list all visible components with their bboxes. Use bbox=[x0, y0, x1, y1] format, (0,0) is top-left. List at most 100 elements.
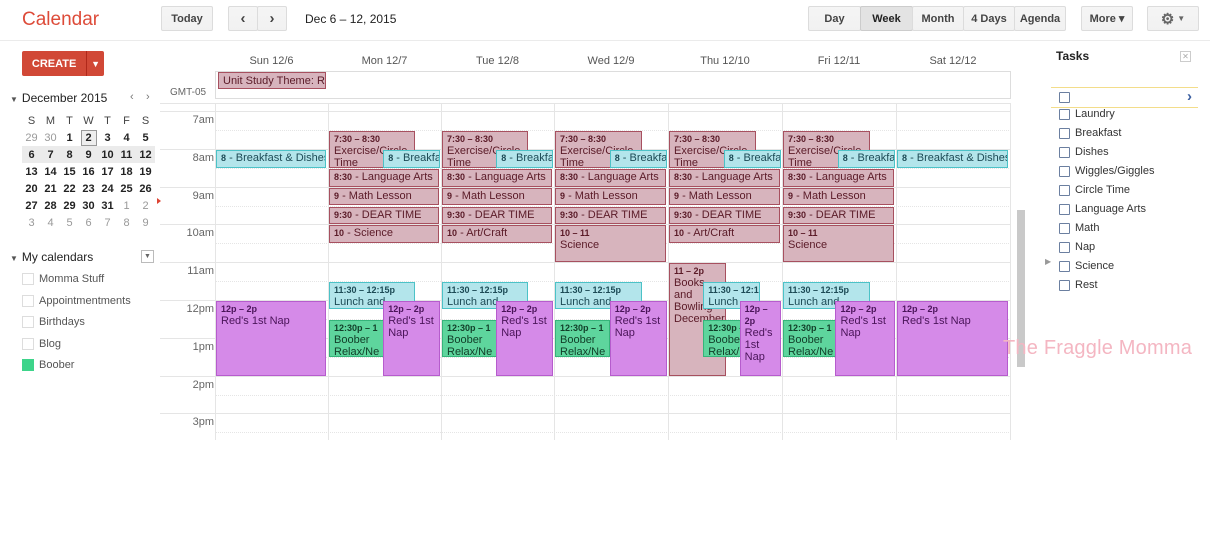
event[interactable]: 9:30 - DEAR TIME bbox=[669, 206, 780, 225]
mini-day[interactable]: 7 bbox=[41, 146, 60, 163]
mini-day[interactable]: 27 bbox=[22, 197, 41, 214]
mini-day[interactable]: 24 bbox=[98, 180, 117, 197]
mini-day[interactable]: 10 bbox=[98, 146, 117, 163]
day-header[interactable]: Sun 12/6 bbox=[215, 55, 328, 67]
create-label[interactable]: CREATE bbox=[22, 51, 86, 76]
mini-day[interactable]: 14 bbox=[41, 163, 60, 180]
mini-day[interactable]: 6 bbox=[79, 214, 98, 231]
event[interactable]: 12p – 2p Red's 1st Nap bbox=[835, 301, 895, 376]
settings-button[interactable]: ⚙ ▼ bbox=[1147, 6, 1199, 31]
mini-day-today[interactable]: 2 bbox=[79, 129, 98, 146]
chevron-right-icon[interactable]: › bbox=[1187, 88, 1192, 105]
mini-day[interactable]: 21 bbox=[41, 180, 60, 197]
task-label[interactable]: Science bbox=[1075, 260, 1114, 272]
task-item[interactable]: Laundry bbox=[1059, 108, 1115, 120]
day-header[interactable]: Fri 12/11 bbox=[782, 55, 896, 67]
event[interactable]: 12p – 2p Red's 1st Nap bbox=[383, 301, 440, 376]
mini-day[interactable]: 4 bbox=[41, 214, 60, 231]
task-checkbox[interactable] bbox=[1059, 108, 1070, 120]
mini-day[interactable]: 9 bbox=[79, 146, 98, 163]
view-button-week[interactable]: Week bbox=[860, 6, 913, 31]
task-label[interactable]: Breakfast bbox=[1075, 127, 1121, 139]
task-checkbox[interactable] bbox=[1059, 165, 1070, 177]
day-header[interactable]: Thu 12/10 bbox=[668, 55, 782, 67]
event[interactable]: 8:30 - Language Arts bbox=[555, 168, 666, 187]
task-checkbox[interactable] bbox=[1059, 127, 1070, 139]
event[interactable]: 10 - Art/Craft bbox=[669, 225, 780, 244]
event[interactable]: 8 - Breakfast bbox=[723, 149, 781, 168]
mini-day[interactable]: 29 bbox=[22, 129, 41, 146]
prev-week-button[interactable]: ‹ bbox=[228, 6, 258, 31]
event[interactable]: 12:30p – 1Boober Relax/Ne bbox=[783, 319, 838, 357]
mini-day[interactable]: 11 bbox=[117, 146, 136, 163]
calendar-item[interactable]: Birthdays bbox=[22, 316, 85, 328]
mini-day[interactable]: 2 bbox=[136, 197, 155, 214]
calendar-item[interactable]: Appointmentments bbox=[22, 294, 131, 307]
new-task-row[interactable]: › bbox=[1051, 87, 1198, 108]
event[interactable]: 9 - Math Lesson bbox=[442, 187, 552, 206]
event[interactable]: 9:30 - DEAR TIME bbox=[555, 206, 666, 225]
mini-day[interactable]: 25 bbox=[117, 180, 136, 197]
mini-day[interactable]: 22 bbox=[60, 180, 79, 197]
calendar-color-swatch[interactable] bbox=[22, 273, 34, 285]
calendar-color-swatch[interactable] bbox=[22, 337, 34, 350]
event[interactable]: 12:30p – 1Boober Relax/Ne bbox=[329, 319, 384, 357]
day-header[interactable]: Tue 12/8 bbox=[441, 55, 554, 67]
mini-day[interactable]: 15 bbox=[60, 163, 79, 180]
event[interactable]: 8:30 - Language Arts bbox=[329, 168, 439, 187]
event[interactable]: 9:30 - DEAR TIME bbox=[329, 206, 439, 225]
task-item[interactable]: Dishes bbox=[1059, 146, 1109, 158]
mini-day[interactable]: 5 bbox=[60, 214, 79, 231]
calendar-item[interactable]: Blog bbox=[22, 337, 61, 350]
task-label[interactable]: Wiggles/Giggles bbox=[1075, 165, 1154, 177]
mini-day[interactable]: 3 bbox=[22, 214, 41, 231]
task-item[interactable]: Science bbox=[1059, 260, 1114, 272]
event[interactable]: 8:30 - Language Arts bbox=[669, 168, 780, 187]
task-label[interactable]: Dishes bbox=[1075, 146, 1109, 158]
event[interactable]: 10 - Science bbox=[329, 225, 439, 244]
task-label[interactable]: Laundry bbox=[1075, 108, 1115, 120]
mini-day[interactable]: 23 bbox=[79, 180, 98, 197]
task-checkbox[interactable] bbox=[1059, 222, 1070, 234]
event[interactable]: 9 - Math Lesson bbox=[783, 187, 894, 206]
mini-day[interactable]: 7 bbox=[98, 214, 117, 231]
mini-day[interactable]: 26 bbox=[136, 180, 155, 197]
app-title[interactable]: Calendar bbox=[22, 9, 99, 31]
task-item[interactable]: Language Arts bbox=[1059, 203, 1146, 215]
more-button[interactable]: More ▾ bbox=[1081, 6, 1133, 31]
create-button[interactable]: CREATE ▼ bbox=[22, 51, 104, 76]
mini-day[interactable]: 31 bbox=[98, 197, 117, 214]
task-checkbox[interactable] bbox=[1059, 203, 1070, 215]
event[interactable]: 10 – 11 Science bbox=[783, 225, 894, 263]
event[interactable]: 12p – 2p Red's 1st Nap bbox=[897, 301, 1008, 376]
day-header[interactable]: Sat 12/12 bbox=[896, 55, 1010, 67]
task-item[interactable]: Math bbox=[1059, 222, 1099, 234]
mini-day[interactable]: 8 bbox=[60, 146, 79, 163]
task-item[interactable]: Rest bbox=[1059, 279, 1098, 291]
calendar-item[interactable]: Momma Stuff bbox=[22, 273, 104, 285]
mini-day[interactable]: 18 bbox=[117, 163, 136, 180]
event[interactable]: 12p – 2p Red's 1st Nap bbox=[216, 301, 326, 376]
view-button-4-days[interactable]: 4 Days bbox=[963, 6, 1015, 31]
mini-day[interactable]: 3 bbox=[98, 129, 117, 146]
task-item[interactable]: Circle Time bbox=[1059, 184, 1130, 196]
event[interactable]: 12p – 2p Red's 1st Nap bbox=[609, 301, 667, 376]
event[interactable]: 9:30 - DEAR TIME bbox=[442, 206, 552, 225]
task-checkbox[interactable] bbox=[1059, 260, 1070, 272]
mini-day[interactable]: 8 bbox=[117, 214, 136, 231]
create-dropdown-icon[interactable]: ▼ bbox=[86, 51, 104, 76]
event[interactable]: 8 - Breakfast bbox=[383, 149, 440, 168]
mini-day[interactable]: 1 bbox=[117, 197, 136, 214]
mini-day[interactable]: 4 bbox=[117, 129, 136, 146]
event[interactable]: 12:30p – 1Boober Relax/Ne bbox=[703, 319, 742, 357]
mini-day[interactable]: 30 bbox=[79, 197, 98, 214]
task-checkbox[interactable] bbox=[1059, 146, 1070, 158]
mini-day[interactable]: 9 bbox=[136, 214, 155, 231]
mini-day[interactable]: 28 bbox=[41, 197, 60, 214]
my-calendars-title[interactable]: ▼ My calendars bbox=[10, 250, 93, 264]
mini-day[interactable]: 1 bbox=[60, 129, 79, 146]
calendar-color-swatch[interactable] bbox=[22, 294, 34, 307]
mini-day[interactable]: 19 bbox=[136, 163, 155, 180]
close-icon[interactable]: ✕ bbox=[1180, 51, 1191, 62]
event[interactable]: 9:30 - DEAR TIME bbox=[783, 206, 894, 225]
